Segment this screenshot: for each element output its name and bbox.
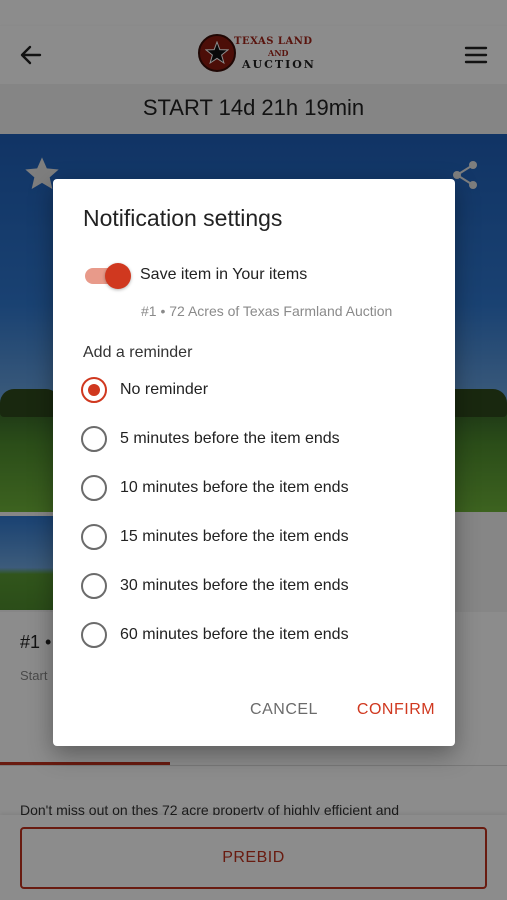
option-label: 15 minutes before the item ends bbox=[120, 528, 349, 545]
reminder-option-5min[interactable]: 5 minutes before the item ends bbox=[81, 422, 441, 456]
option-label: No reminder bbox=[120, 381, 209, 398]
option-label: 30 minutes before the item ends bbox=[120, 577, 349, 594]
reminder-option-30min[interactable]: 30 minutes before the item ends bbox=[81, 569, 441, 603]
option-label: 5 minutes before the item ends bbox=[120, 430, 340, 447]
radio-unselected[interactable] bbox=[81, 475, 107, 501]
save-item-toggle[interactable] bbox=[83, 263, 131, 289]
radio-unselected[interactable] bbox=[81, 573, 107, 599]
radio-unselected[interactable] bbox=[81, 426, 107, 452]
reminder-option-10min[interactable]: 10 minutes before the item ends bbox=[81, 471, 441, 505]
radio-unselected[interactable] bbox=[81, 622, 107, 648]
toggle-thumb bbox=[105, 263, 131, 289]
confirm-button[interactable]: CONFIRM bbox=[349, 701, 443, 729]
reminder-option-60min[interactable]: 60 minutes before the item ends bbox=[81, 618, 441, 652]
save-item-label: Save item in Your items bbox=[140, 266, 308, 283]
radio-unselected[interactable] bbox=[81, 524, 107, 550]
reminder-option-15min[interactable]: 15 minutes before the item ends bbox=[81, 520, 441, 554]
item-caption: #1 • 72 Acres of Texas Farmland Auction bbox=[141, 303, 393, 319]
reminder-heading: Add a reminder bbox=[83, 344, 193, 361]
notification-settings-dialog: Notification settings Save item in Your … bbox=[53, 179, 455, 746]
cancel-button[interactable]: CANCEL bbox=[239, 701, 329, 729]
option-label: 10 minutes before the item ends bbox=[120, 479, 349, 496]
option-label: 60 minutes before the item ends bbox=[120, 626, 349, 643]
reminder-option-none[interactable]: No reminder bbox=[81, 373, 441, 407]
dialog-title: Notification settings bbox=[83, 205, 283, 231]
radio-selected[interactable] bbox=[81, 377, 107, 403]
